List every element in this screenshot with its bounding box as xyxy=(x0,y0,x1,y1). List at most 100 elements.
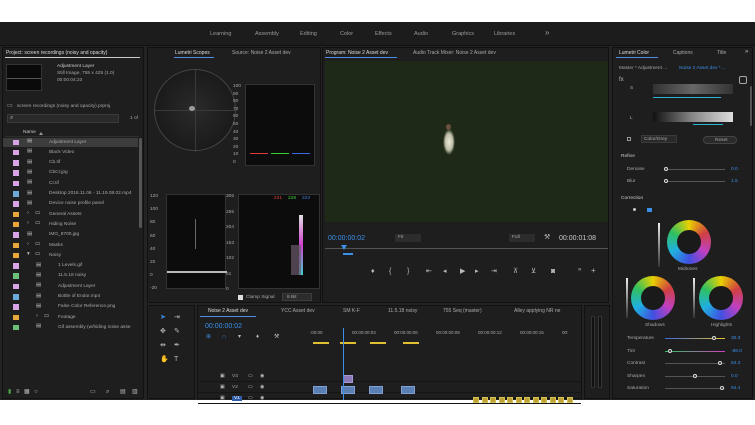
sequence-clip-label[interactable]: Noise 2 Asset dev * ... xyxy=(679,66,726,71)
selection-tool-icon[interactable]: ➤ xyxy=(160,314,166,321)
quality-select[interactable]: Full xyxy=(509,234,535,242)
export-frame-icon[interactable]: ◙ xyxy=(551,268,555,275)
marker-icon[interactable]: ♦ xyxy=(371,268,375,275)
single-wheel-radio[interactable] xyxy=(633,208,636,211)
label-color-swatch[interactable] xyxy=(13,283,19,290)
go-to-out-icon[interactable]: ⇥ xyxy=(491,268,497,275)
contrast-value[interactable]: 84.3 xyxy=(731,361,740,366)
sync-lock-icon[interactable]: ▭ xyxy=(248,374,253,379)
disclosure-chevron-icon[interactable]: › xyxy=(36,314,38,320)
program-timecode[interactable]: 00:00:00:02 xyxy=(328,235,365,242)
temperature-slider-handle[interactable] xyxy=(712,336,717,340)
label-color-swatch[interactable] xyxy=(13,160,19,166)
new-bin-icon[interactable]: ▭ xyxy=(90,389,96,395)
play-icon[interactable]: ▶ xyxy=(460,268,465,275)
sequence-tab[interactable]: SM K-F xyxy=(343,308,360,314)
project-list-item[interactable]: › ▭ Hiding Noise xyxy=(3,220,138,229)
project-list-item[interactable]: ▤ Cb.tif xyxy=(3,159,138,168)
label-color-swatch[interactable] xyxy=(13,211,19,218)
label-color-swatch[interactable] xyxy=(13,191,19,197)
midtones-wheel[interactable] xyxy=(667,220,711,264)
project-list-item[interactable]: ▤ Adjustment Layer xyxy=(3,138,138,147)
eye-icon[interactable]: ◉ xyxy=(260,396,264,401)
playhead-marker[interactable] xyxy=(341,245,347,250)
track-name[interactable]: V3 xyxy=(232,374,238,379)
workspace-tab-graphics[interactable]: Graphics xyxy=(452,31,474,37)
wrench-icon[interactable]: ⚒ xyxy=(544,234,550,241)
project-list-item[interactable]: ▤ Desktop 2018.11.06 - 11.19.08.02.mp4 xyxy=(3,190,138,199)
three-wheel-radio[interactable] xyxy=(647,208,652,212)
v1-clip[interactable] xyxy=(490,397,496,403)
bit-depth-select[interactable]: 8 Bit xyxy=(282,293,312,301)
label-color-swatch[interactable] xyxy=(13,242,19,248)
timeline-timecode[interactable]: 00:00:00:02 xyxy=(205,323,242,330)
workspace-tab-audio[interactable]: Audio xyxy=(414,31,428,37)
v1-clip[interactable] xyxy=(549,397,556,403)
button-editor-icon[interactable]: » xyxy=(578,267,581,273)
tint-slider[interactable] xyxy=(665,350,725,352)
find-icon[interactable]: ⌕ xyxy=(106,389,109,395)
project-list-item[interactable]: ▤ Cr.tif xyxy=(3,179,138,188)
project-list-item[interactable]: ▤ 11.5.18 noisy xyxy=(3,272,138,281)
wrench-icon[interactable]: ⚒ xyxy=(274,334,279,340)
color-grey-checkbox[interactable] xyxy=(627,137,631,141)
lock-icon[interactable]: ▮ xyxy=(8,389,11,395)
timeline-settings-icon[interactable]: ♦ xyxy=(256,334,259,340)
refine-section[interactable]: Refine xyxy=(621,154,635,159)
eye-icon[interactable]: ◉ xyxy=(260,374,264,379)
luma-range[interactable] xyxy=(653,112,733,122)
new-item-icon[interactable]: ▤ xyxy=(120,389,126,395)
saturation-range[interactable] xyxy=(653,84,733,94)
sync-lock-icon[interactable]: ▭ xyxy=(248,385,253,390)
v1-clip[interactable] xyxy=(558,397,564,403)
disclosure-chevron-icon[interactable]: › xyxy=(27,221,29,227)
title-tab[interactable]: Title xyxy=(717,50,726,56)
label-color-swatch[interactable] xyxy=(13,273,19,279)
project-list-item[interactable]: ▤ IMG_8700.jpg xyxy=(3,231,138,240)
step-back-icon[interactable]: ◂ xyxy=(443,268,447,275)
program-scrub-bar[interactable] xyxy=(325,248,608,249)
label-color-swatch[interactable] xyxy=(13,139,19,145)
sequence-tab[interactable]: Alley applying NR ne xyxy=(514,308,560,314)
workspace-tab-libraries[interactable]: Libraries xyxy=(494,31,515,37)
type-tool-icon[interactable]: T xyxy=(174,356,178,363)
project-list-item[interactable]: ▤ Gif assembly (w/hiding noise asse xyxy=(3,323,138,332)
master-clip-label[interactable]: Master * Adjustment ... xyxy=(619,66,667,71)
add-marker-icon[interactable]: ▾ xyxy=(238,334,241,340)
go-to-in-icon[interactable]: ⇤ xyxy=(426,268,432,275)
saturation-slider-handle[interactable] xyxy=(720,386,724,390)
label-color-swatch[interactable] xyxy=(13,221,19,228)
project-list-item[interactable]: ▤ Black Video xyxy=(3,148,138,157)
workspace-tab-editing[interactable]: Editing xyxy=(300,31,317,37)
track-name[interactable]: V2 xyxy=(232,385,238,390)
sequence-tab[interactable]: YCC Asset dev xyxy=(281,308,315,314)
project-list-item[interactable]: › ▭ Masks xyxy=(3,241,138,250)
eye-icon[interactable]: ◉ xyxy=(260,385,264,390)
label-color-swatch[interactable] xyxy=(13,170,19,176)
pen-tool-icon[interactable]: ✒ xyxy=(174,342,180,349)
shadows-wheel[interactable] xyxy=(631,276,675,320)
color-grey-select[interactable]: Color/Grey xyxy=(641,135,677,143)
lock-icon[interactable]: ▣ xyxy=(220,385,225,390)
track-select-icon[interactable]: ⇥ xyxy=(174,314,180,321)
sequence-tab[interactable]: 11.5.18 noisy xyxy=(388,308,417,314)
temperature-slider[interactable] xyxy=(665,338,725,339)
denoise-value[interactable]: 0.0 xyxy=(731,167,738,172)
v2-clip[interactable] xyxy=(401,386,415,394)
reset-button[interactable]: Reset xyxy=(703,136,737,144)
saturation-slider[interactable] xyxy=(665,388,725,389)
razor-tool-icon[interactable]: ✎ xyxy=(174,328,180,335)
workspace-tab-assembly[interactable]: Assembly xyxy=(255,31,279,37)
workspace-tab-learning[interactable]: Learning xyxy=(210,31,231,37)
source-tab[interactable]: Source: Noise 2 Asset dev xyxy=(232,50,291,56)
label-color-swatch[interactable] xyxy=(13,180,19,187)
list-view-icon[interactable]: ≡ xyxy=(16,389,20,395)
blur-slider[interactable] xyxy=(665,181,725,182)
sharpen-slider-handle[interactable] xyxy=(693,373,697,378)
project-list-item[interactable]: › ▭ Footage xyxy=(3,313,138,322)
v1-clip[interactable] xyxy=(473,397,479,403)
project-list-item[interactable]: › ▭ General Assets xyxy=(3,210,138,219)
lift-icon[interactable]: ⊼ xyxy=(513,268,518,275)
v1-clip[interactable] xyxy=(507,397,513,403)
timeline-playhead[interactable] xyxy=(343,328,344,400)
